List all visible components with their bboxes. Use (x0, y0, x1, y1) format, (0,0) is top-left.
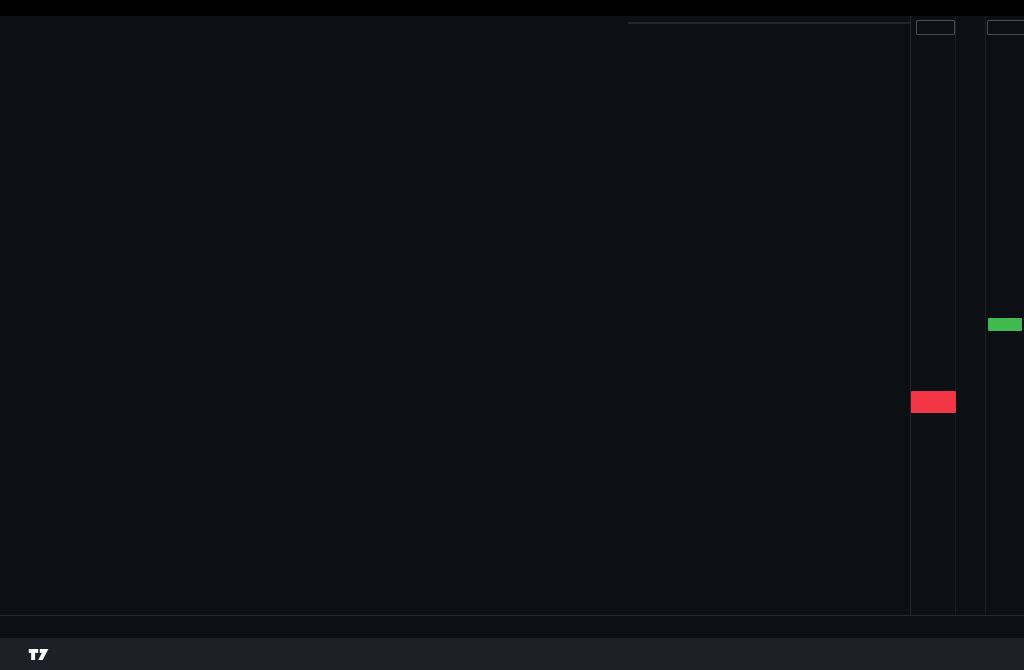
bottom-toolbar (0, 638, 1024, 670)
axis-divider-ab (955, 16, 956, 638)
altcoin-scorecard-table (628, 22, 910, 24)
score-value-tag (988, 318, 1022, 331)
tradingview-logo-icon (28, 646, 50, 663)
tradingview-window (0, 0, 1024, 670)
axis-divider-bc (985, 16, 986, 638)
price-axis-border (910, 16, 911, 638)
price-chart-canvas[interactable] (0, 0, 910, 615)
currency-button-right[interactable] (987, 20, 1024, 35)
last-price-tag (911, 391, 956, 413)
snapshot-title-bar (0, 0, 1024, 16)
time-axis[interactable] (0, 615, 1024, 639)
tradingview-logo[interactable] (28, 646, 56, 663)
currency-button-left[interactable] (916, 20, 955, 35)
